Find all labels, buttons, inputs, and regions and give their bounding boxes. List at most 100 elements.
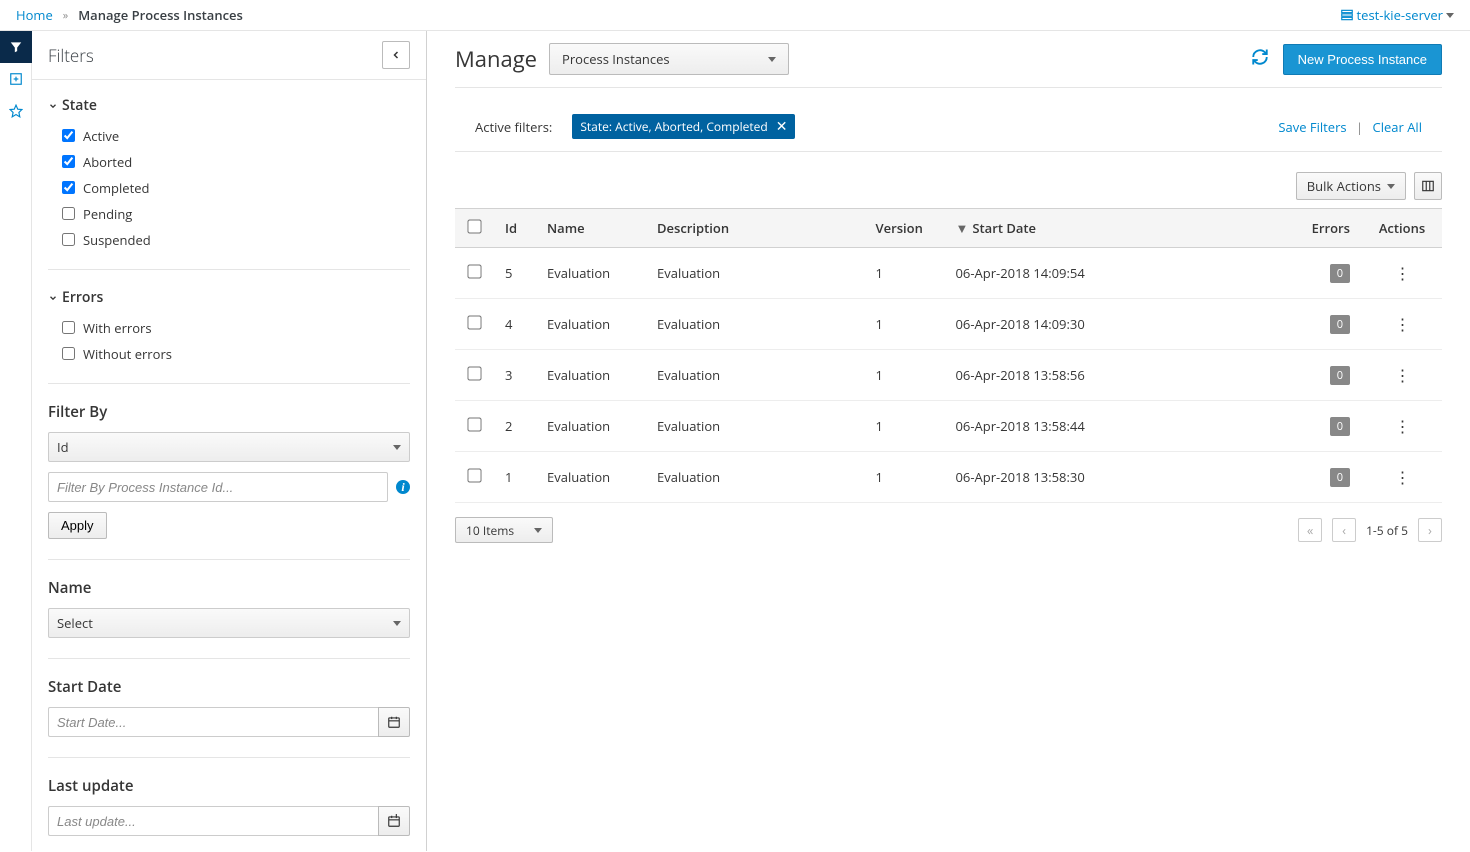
filter-state-option[interactable]: Suspended (62, 231, 410, 249)
info-icon[interactable]: i (396, 480, 410, 494)
cell-name: Evaluation (535, 452, 645, 503)
filter-toggle-button[interactable] (0, 31, 32, 63)
filter-start-date-title: Start Date (48, 677, 410, 697)
filters-header: Filters (32, 31, 426, 80)
breadcrumb-current: Manage Process Instances (78, 6, 243, 24)
breadcrumb-separator: » (63, 8, 68, 23)
header-actions: Actions (1362, 209, 1442, 248)
filter-actions: Save Filters | Clear All (1278, 118, 1422, 136)
cell-version: 1 (864, 248, 944, 299)
rail-favorite-button[interactable] (0, 95, 32, 127)
checkbox-active[interactable] (62, 129, 75, 142)
filter-state-option[interactable]: Aborted (62, 153, 410, 171)
collapse-filters-button[interactable] (382, 41, 410, 69)
checkbox-suspended[interactable] (62, 233, 75, 246)
chevron-down-icon (48, 293, 58, 303)
stack-icon (1340, 8, 1354, 22)
row-checkbox[interactable] (467, 264, 481, 278)
filter-icon (9, 40, 23, 54)
table-row[interactable]: 4 Evaluation Evaluation 1 06-Apr-2018 14… (455, 299, 1442, 350)
filter-by-select[interactable]: Id (48, 432, 410, 462)
filter-errors-toggle[interactable]: Errors (48, 288, 410, 307)
row-actions-button[interactable]: ⋮ (1395, 262, 1410, 284)
header-version[interactable]: Version (864, 209, 944, 248)
filter-state-option[interactable]: Pending (62, 205, 410, 223)
cell-start-date: 06-Apr-2018 14:09:30 (944, 299, 1293, 350)
last-update-calendar-button[interactable] (378, 806, 410, 836)
select-all-checkbox[interactable] (467, 219, 481, 233)
cell-start-date: 06-Apr-2018 14:09:54 (944, 248, 1293, 299)
page-header: Manage Process Instances New Process Ins… (455, 43, 1442, 75)
clear-all-link[interactable]: Clear All (1373, 118, 1422, 136)
breadcrumb-home-link[interactable]: Home (16, 6, 53, 24)
separator: | (1356, 118, 1363, 136)
filter-state-option[interactable]: Active (62, 127, 410, 145)
header-start-date[interactable]: ▼Start Date (944, 209, 1293, 248)
filter-state-title: State (62, 96, 97, 115)
filter-chip-label: State: Active, Aborted, Completed (580, 118, 767, 135)
plus-box-icon (9, 72, 23, 86)
row-checkbox[interactable] (467, 366, 481, 380)
table-row[interactable]: 5 Evaluation Evaluation 1 06-Apr-2018 14… (455, 248, 1442, 299)
remove-filter-button[interactable]: ✕ (776, 120, 788, 134)
last-update-input[interactable] (48, 806, 378, 836)
filter-state-toggle[interactable]: State (48, 96, 410, 115)
checkbox-without-errors[interactable] (62, 347, 75, 360)
filter-section-state: State Active Aborted Completed Pending S… (48, 96, 410, 249)
filter-errors-option[interactable]: With errors (62, 319, 410, 337)
table-row[interactable]: 2 Evaluation Evaluation 1 06-Apr-2018 13… (455, 401, 1442, 452)
header-description[interactable]: Description (645, 209, 864, 248)
row-checkbox[interactable] (467, 468, 481, 482)
cell-version: 1 (864, 350, 944, 401)
filter-name-select[interactable]: Select (48, 608, 410, 638)
page-info: 1-5 of 5 (1366, 522, 1408, 539)
chevron-left-icon (390, 49, 402, 61)
start-date-calendar-button[interactable] (378, 707, 410, 737)
rail-add-button[interactable] (0, 63, 32, 95)
columns-button[interactable] (1414, 172, 1442, 200)
table-row[interactable]: 1 Evaluation Evaluation 1 06-Apr-2018 13… (455, 452, 1442, 503)
bulk-actions-button[interactable]: Bulk Actions (1296, 172, 1406, 200)
save-filters-link[interactable]: Save Filters (1278, 118, 1346, 136)
filter-by-title: Filter By (48, 402, 410, 422)
checkbox-pending[interactable] (62, 207, 75, 220)
table-row[interactable]: 3 Evaluation Evaluation 1 06-Apr-2018 13… (455, 350, 1442, 401)
row-actions-button[interactable]: ⋮ (1395, 466, 1410, 488)
row-checkbox[interactable] (467, 315, 481, 329)
active-filters-label: Active filters: (475, 118, 552, 136)
pager-prev-button[interactable]: ‹ (1332, 518, 1356, 542)
caret-down-icon (534, 528, 542, 533)
page-size-selector[interactable]: 10 Items (455, 517, 553, 543)
calendar-icon (387, 814, 401, 828)
row-actions-button[interactable]: ⋮ (1395, 415, 1410, 437)
header-name[interactable]: Name (535, 209, 645, 248)
checkbox-completed[interactable] (62, 181, 75, 194)
filter-section-filter-by: Filter By Id i Apply (48, 402, 410, 539)
filter-by-input[interactable] (48, 472, 388, 502)
cell-id: 2 (493, 401, 535, 452)
cell-name: Evaluation (535, 248, 645, 299)
filters-title: Filters (48, 44, 94, 67)
filter-name-select-value: Select (57, 614, 93, 632)
server-selector[interactable]: test-kie-server (1340, 6, 1454, 24)
filter-by-select-value: Id (57, 438, 69, 456)
apply-button[interactable]: Apply (48, 512, 107, 539)
filter-state-option[interactable]: Completed (62, 179, 410, 197)
caret-down-icon (393, 445, 401, 450)
manage-dropdown[interactable]: Process Instances (549, 43, 789, 75)
checkbox-aborted[interactable] (62, 155, 75, 168)
header-id[interactable]: Id (493, 209, 535, 248)
process-instances-table: Id Name Description Version ▼Start Date … (455, 208, 1442, 503)
pager-next-button[interactable]: › (1418, 518, 1442, 542)
start-date-input[interactable] (48, 707, 378, 737)
row-checkbox[interactable] (467, 417, 481, 431)
filter-errors-option[interactable]: Without errors (62, 345, 410, 363)
row-actions-button[interactable]: ⋮ (1395, 313, 1410, 335)
new-process-instance-button[interactable]: New Process Instance (1283, 44, 1442, 75)
pager-first-button[interactable]: « (1298, 518, 1322, 542)
row-actions-button[interactable]: ⋮ (1395, 364, 1410, 386)
divider (48, 269, 410, 270)
refresh-button[interactable] (1251, 48, 1269, 70)
checkbox-with-errors[interactable] (62, 321, 75, 334)
header-errors[interactable]: Errors (1292, 209, 1362, 248)
